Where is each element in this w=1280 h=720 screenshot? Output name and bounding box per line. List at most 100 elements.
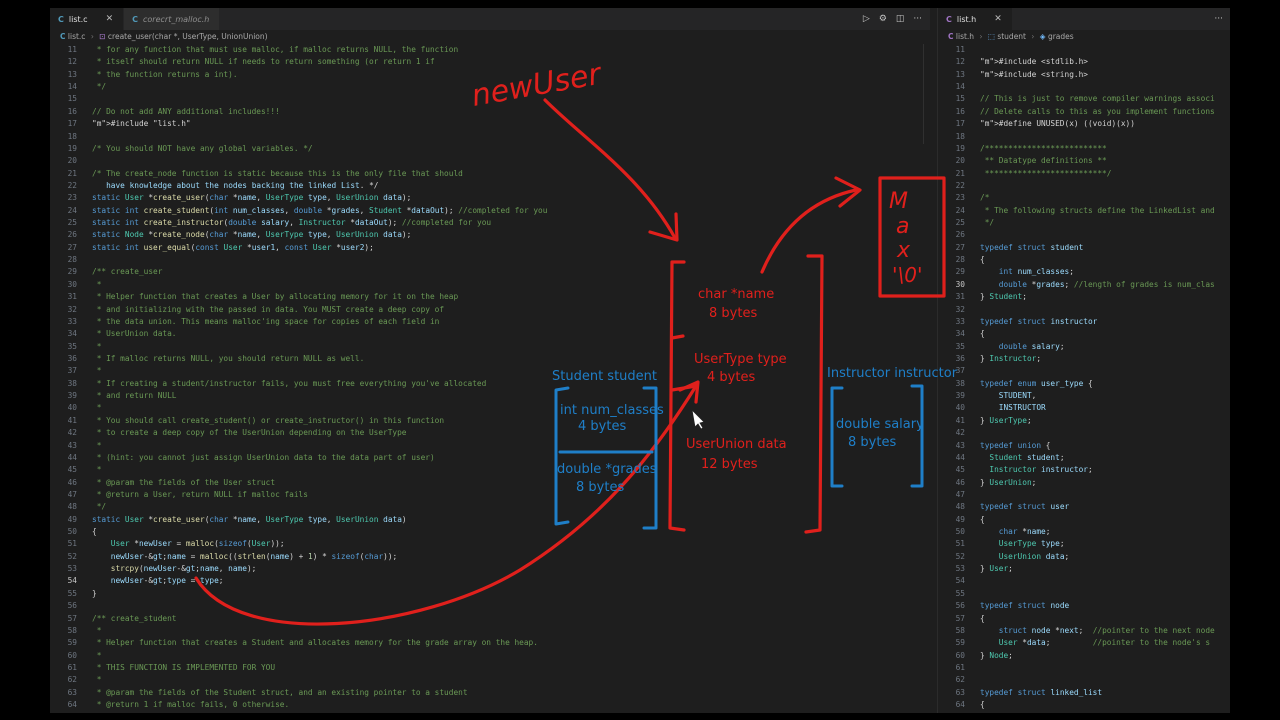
code-line[interactable]: 45 Instructor instructor;	[938, 464, 1230, 476]
breadcrumb-symbol[interactable]: create_user(char *, UserType, UnionUnion…	[108, 32, 268, 41]
code-line[interactable]: 60 *	[50, 650, 930, 662]
code-line[interactable]: 51 User *newUser = malloc(sizeof(User));	[50, 538, 930, 550]
code-line[interactable]: 46 * @param the fields of the User struc…	[50, 477, 930, 489]
code-line[interactable]: 31} Student;	[938, 291, 1230, 303]
code-line[interactable]: 18	[938, 131, 1230, 143]
code-line[interactable]: 57 {	[938, 613, 1230, 625]
code-line[interactable]: 38 * If creating a student/instructor fa…	[50, 378, 930, 390]
code-line[interactable]: 37	[938, 365, 1230, 377]
code-line[interactable]: 56	[50, 600, 930, 612]
run-icon[interactable]: ▷	[863, 14, 870, 24]
code-line[interactable]: 61	[938, 662, 1230, 674]
code-line[interactable]: 35 *	[50, 341, 930, 353]
code-line[interactable]: 20	[50, 155, 930, 167]
tab-list-h[interactable]: C list.h ✕	[938, 8, 1013, 30]
code-area-list-c[interactable]: 11 * for any function that must use mall…	[50, 44, 930, 713]
breadcrumb-file[interactable]: list.h	[956, 32, 974, 41]
code-line[interactable]: 19 /* You should NOT have any global vari…	[50, 143, 930, 155]
code-line[interactable]: 25 static int create_instructor(double sa…	[50, 217, 930, 229]
code-line[interactable]: 23 /*	[938, 192, 1230, 204]
code-line[interactable]: 20 ** Datatype definitions **	[938, 155, 1230, 167]
code-line[interactable]: 39 STUDENT,	[938, 390, 1230, 402]
code-line[interactable]: 19 /**************************	[938, 143, 1230, 155]
code-line[interactable]: 13 * the function returns a int).	[50, 69, 930, 81]
code-line[interactable]: 51 UserType type;	[938, 538, 1230, 550]
code-line[interactable]: 41 * You should call create_student() or…	[50, 415, 930, 427]
code-area-list-h[interactable]: 11 12 "m">#include <stdlib.h> 13 "m">#includ…	[938, 44, 1230, 713]
code-line[interactable]: 16 // Do not add ANY additional includes!…	[50, 106, 930, 118]
code-line[interactable]: 57 /** create_student	[50, 613, 930, 625]
code-line[interactable]: 46} UserUnion;	[938, 477, 1230, 489]
close-icon[interactable]: ✕	[994, 14, 1002, 24]
code-line[interactable]: 18	[50, 131, 930, 143]
code-line[interactable]: 26 static Node *create_node(char *name, U…	[50, 229, 930, 241]
code-line[interactable]: 50 char *name;	[938, 526, 1230, 538]
code-line[interactable]: 13 "m">#include <string.h>	[938, 69, 1230, 81]
code-line[interactable]: 22 have knowledge about the nodes backin…	[50, 180, 930, 192]
code-line[interactable]: 24 static int create_student(int num_clas…	[50, 205, 930, 217]
code-line[interactable]: 64 {	[938, 699, 1230, 711]
split-editor-icon[interactable]: ◫	[896, 14, 905, 24]
code-line[interactable]: 50 {	[50, 526, 930, 538]
code-line[interactable]: 15 // This is just to remove compiler war…	[938, 93, 1230, 105]
code-line[interactable]: 42 * to create a deep copy of the UserUn…	[50, 427, 930, 439]
code-line[interactable]: 17 "m">#include "list.h"	[50, 118, 930, 130]
code-line[interactable]: 33 typedef struct instructor	[938, 316, 1230, 328]
code-line[interactable]: 43 *	[50, 440, 930, 452]
code-line[interactable]: 52 newUser-&gt;name = malloc((strlen(nam…	[50, 551, 930, 563]
code-line[interactable]: 32	[938, 304, 1230, 316]
code-line[interactable]: 65 */	[50, 711, 930, 713]
code-line[interactable]: 49 {	[938, 514, 1230, 526]
code-line[interactable]: 29 int num_classes;	[938, 266, 1230, 278]
code-line[interactable]: 41} UserType;	[938, 415, 1230, 427]
code-line[interactable]: 42	[938, 427, 1230, 439]
code-line[interactable]: 47	[938, 489, 1230, 501]
code-line[interactable]: 28 {	[938, 254, 1230, 266]
code-line[interactable]: 63 typedef struct linked_list	[938, 687, 1230, 699]
code-line[interactable]: 56 typedef struct node	[938, 600, 1230, 612]
close-icon[interactable]: ✕	[106, 14, 114, 24]
code-line[interactable]: 40 INSTRUCTOR	[938, 402, 1230, 414]
code-line[interactable]: 63 * @param the fields of the Student st…	[50, 687, 930, 699]
code-line[interactable]: 49 static User *create_user(char *name, U…	[50, 514, 930, 526]
code-line[interactable]: 11 * for any function that must use mall…	[50, 44, 930, 56]
code-line[interactable]: 55}	[50, 588, 930, 600]
code-line[interactable]: 44 Student student;	[938, 452, 1230, 464]
code-line[interactable]: 33 * the data union. This means malloc'i…	[50, 316, 930, 328]
code-line[interactable]: 34 * UserUnion data.	[50, 328, 930, 340]
code-line[interactable]: 30 *	[50, 279, 930, 291]
code-line[interactable]: 25 */	[938, 217, 1230, 229]
code-line[interactable]: 58 struct node *next; //pointer to the n…	[938, 625, 1230, 637]
code-line[interactable]: 52 UserUnion data;	[938, 551, 1230, 563]
code-line[interactable]: 59 User *data; //pointer to the node's s	[938, 637, 1230, 649]
code-line[interactable]: 15	[50, 93, 930, 105]
code-line[interactable]: 64 * @return 1 if malloc fails, 0 otherw…	[50, 699, 930, 711]
code-line[interactable]: 24 * The following structs define the Li…	[938, 205, 1230, 217]
breadcrumb-file[interactable]: list.c	[68, 32, 86, 41]
code-line[interactable]: 21 /* The create_node function is static …	[50, 168, 930, 180]
code-line[interactable]: 55	[938, 588, 1230, 600]
code-line[interactable]: 36 * If malloc returns NULL, you should …	[50, 353, 930, 365]
settings-icon[interactable]: ⚙	[879, 14, 887, 24]
code-line[interactable]: 44 * (hint: you cannot just assign UserU…	[50, 452, 930, 464]
code-line[interactable]: 60} Node;	[938, 650, 1230, 662]
code-line[interactable]: 48 */	[50, 501, 930, 513]
code-line[interactable]: 26	[938, 229, 1230, 241]
code-line[interactable]: 14 */	[50, 81, 930, 93]
more-actions-icon[interactable]: ···	[913, 14, 922, 24]
code-line[interactable]: 54	[938, 575, 1230, 587]
code-line[interactable]: 27 typedef struct student	[938, 242, 1230, 254]
code-line[interactable]: 62 *	[50, 674, 930, 686]
code-line[interactable]: 29 /** create_user	[50, 266, 930, 278]
code-line[interactable]: 62	[938, 674, 1230, 686]
code-line[interactable]: 28	[50, 254, 930, 266]
code-line[interactable]: 36} Instructor;	[938, 353, 1230, 365]
code-line[interactable]: 45 *	[50, 464, 930, 476]
code-line[interactable]: 38 typedef enum user_type {	[938, 378, 1230, 390]
tab-list-c[interactable]: C list.c ✕	[50, 8, 125, 30]
more-actions-icon[interactable]: ···	[1214, 14, 1223, 24]
code-line[interactable]: 12 * itself should return NULL if needs …	[50, 56, 930, 68]
code-line[interactable]: 22	[938, 180, 1230, 192]
code-line[interactable]: 59 * Helper function that creates a Stud…	[50, 637, 930, 649]
code-line[interactable]: 30 double *grades; //length of grades is…	[938, 279, 1230, 291]
